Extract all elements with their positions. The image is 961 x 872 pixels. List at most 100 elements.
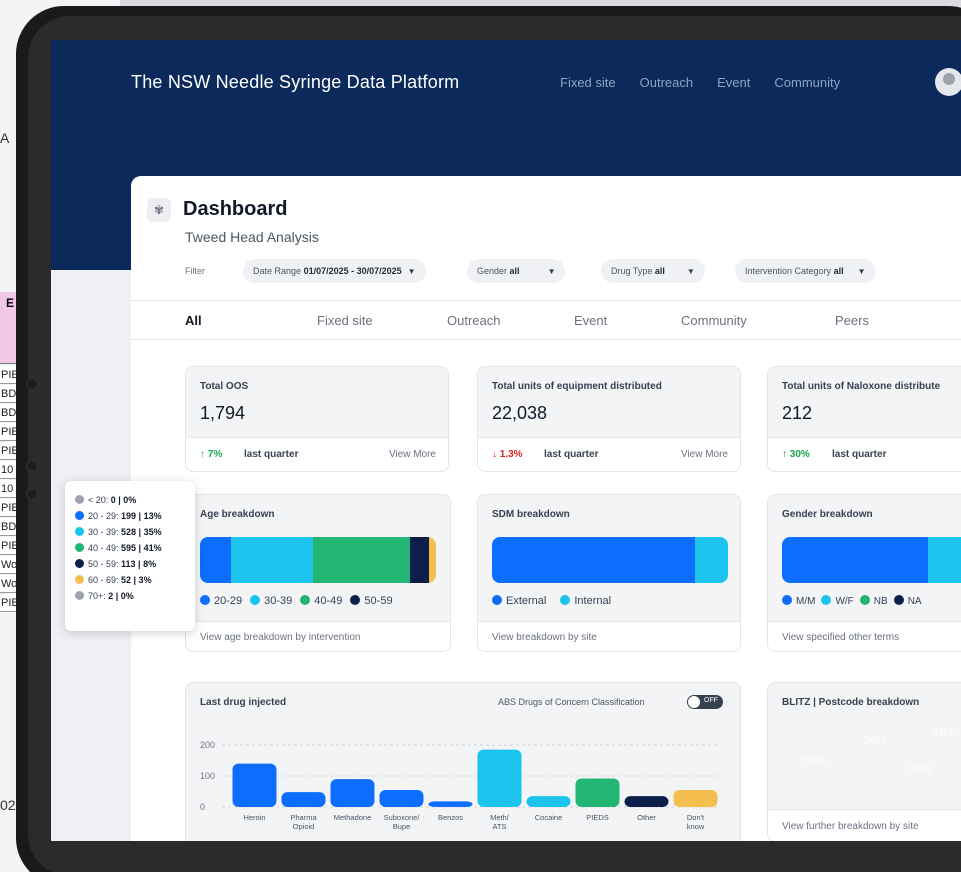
user-avatar[interactable]: [935, 68, 961, 96]
legend-item: W/F: [821, 595, 854, 607]
gender-footer-link[interactable]: View specified other terms: [768, 621, 961, 651]
tooltip-range: 60 - 69:: [88, 575, 122, 585]
x-tick-label: Methadone: [334, 813, 372, 822]
tooltip-dot: [75, 511, 84, 520]
stat-period: last quarter: [544, 449, 599, 460]
tooltip-value: 528 | 35%: [121, 527, 162, 537]
x-tick-label: know: [687, 822, 705, 831]
tooltip-dot: [75, 495, 84, 504]
postcode-bubble[interactable]: 2483: [928, 717, 958, 747]
tooltip-range: 50 - 59:: [88, 559, 122, 569]
bubble-label: 2486: [802, 755, 826, 767]
tab-event[interactable]: Event: [574, 313, 607, 328]
age-footer-link[interactable]: View age breakdown by intervention: [186, 621, 450, 651]
bar-segment-w-f[interactable]: [928, 537, 961, 583]
bar-segment-30-39[interactable]: [230, 537, 314, 583]
gender-breakdown-card: Gender breakdown M/M W/F NB NA View specifi…: [767, 494, 961, 652]
postcode-bubble[interactable]: 2486: [782, 729, 846, 793]
bar[interactable]: [624, 796, 669, 807]
postcode-bubble[interactable]: 2485: [900, 749, 942, 791]
x-tick-label: Don't: [687, 813, 705, 822]
bar-segment-50-59[interactable]: [410, 537, 429, 583]
bar-segment-20-29[interactable]: [200, 537, 231, 583]
tab-community[interactable]: Community: [681, 313, 747, 328]
nav-link-fixed-site[interactable]: Fixed site: [560, 75, 616, 90]
drug-chart-card: Last drug injected ABS Drugs of Concern …: [185, 682, 741, 841]
tooltip-dot: [75, 543, 84, 552]
tab-all[interactable]: All: [185, 313, 202, 328]
gender-legend: M/M W/F NB NA: [782, 595, 922, 607]
nav-link-outreach[interactable]: Outreach: [640, 75, 693, 90]
chevron-down-icon: ▼: [407, 267, 416, 276]
bar[interactable]: [379, 789, 424, 807]
tooltip-row: 40 - 49: 595 | 41%: [75, 543, 185, 559]
card-title: Age breakdown: [200, 509, 275, 520]
bubble-label: 2485: [909, 764, 933, 776]
bar-segment-internal[interactable]: [694, 537, 728, 583]
nav-link-event[interactable]: Event: [717, 75, 750, 90]
tooltip-value: 0 | 0%: [110, 495, 137, 505]
tooltip-dot: [75, 527, 84, 536]
tooltip-range: 20 - 29:: [88, 511, 122, 521]
legend-dot: [250, 595, 261, 605]
legend-label: External: [506, 595, 547, 607]
sdm-stacked-bar[interactable]: [492, 537, 728, 583]
tab-outreach[interactable]: Outreach: [447, 313, 500, 328]
stat-footer: ↑ 7% last quarter View More: [186, 437, 448, 471]
tooltip-range: 70+:: [88, 591, 109, 601]
bar-segment-external[interactable]: [492, 537, 695, 583]
postcode-bubble[interactable]: 2487: [848, 713, 902, 767]
filter-drug-type[interactable]: Drug Type all ▼: [601, 259, 705, 283]
y-tick-label: 100: [200, 771, 215, 781]
bar[interactable]: [575, 778, 620, 807]
chevron-down-icon: ▼: [857, 267, 866, 276]
card-title: BLITZ | Postcode breakdown: [782, 697, 920, 708]
bar[interactable]: [428, 801, 473, 807]
age-stacked-bar[interactable]: [200, 537, 436, 583]
stat-change: ↑ 30%: [782, 449, 810, 460]
tab-fixed-site[interactable]: Fixed site: [317, 313, 373, 328]
x-tick-label: Heroin: [243, 813, 265, 822]
bar-segment-60-69[interactable]: [428, 537, 436, 583]
x-tick-label: Suboxone/: [384, 813, 421, 822]
bar[interactable]: [477, 749, 522, 807]
card-title: Gender breakdown: [782, 509, 873, 520]
nav-link-community[interactable]: Community: [774, 75, 840, 90]
sdm-footer-link[interactable]: View breakdown by site: [478, 621, 740, 651]
bar-segment-40-49[interactable]: [313, 537, 411, 583]
gender-stacked-bar[interactable]: [782, 537, 961, 583]
filter-intervention-category[interactable]: Intervention Category all ▼: [735, 259, 876, 283]
x-tick-label: Other: [637, 813, 656, 822]
legend-dot: [893, 595, 904, 605]
tooltip-row: 60 - 69: 52 | 3%: [75, 575, 185, 591]
bar[interactable]: [526, 796, 571, 807]
legend-item: NB: [859, 595, 888, 607]
blitz-card: BLITZ | Postcode breakdown 2486 2487 248…: [767, 682, 961, 841]
top-nav: Fixed site Outreach Event Community: [560, 75, 840, 90]
bar[interactable]: [281, 792, 326, 807]
postcode-bubble[interactable]: 2: [954, 747, 961, 777]
x-tick-label: Meth/: [490, 813, 510, 822]
tooltip-value: 2 | 0%: [108, 591, 134, 601]
stat-label: Total units of Naloxone distribute: [782, 381, 941, 392]
tooltip-row: < 20: 0 | 0%: [75, 495, 185, 511]
bar[interactable]: [330, 779, 375, 807]
x-tick-label: Cocaine: [535, 813, 563, 822]
legend-item: 40-49: [300, 595, 342, 607]
filter-intervention-value: all: [833, 266, 844, 276]
y-tick-label: 200: [200, 740, 215, 750]
bar[interactable]: [232, 763, 277, 807]
filter-gender[interactable]: Gender all ▼: [467, 259, 566, 283]
stat-value: 212: [782, 403, 813, 423]
stat-change: ↓ 1.3%: [492, 449, 523, 460]
page-subtitle: Tweed Head Analysis: [185, 229, 319, 245]
view-more-link[interactable]: View More: [389, 449, 436, 460]
view-more-link[interactable]: View More: [681, 449, 728, 460]
blitz-footer-link[interactable]: View further breakdown by site: [768, 809, 961, 841]
bar-segment-m-m[interactable]: [782, 537, 929, 583]
tab-peers[interactable]: Peers: [835, 313, 869, 328]
legend-item: NA: [893, 595, 922, 607]
bar[interactable]: [673, 789, 718, 807]
filter-date-range[interactable]: Date Range 01/07/2025 - 30/07/2025 ▼: [243, 259, 426, 283]
legend-label: 50-59: [364, 595, 393, 607]
